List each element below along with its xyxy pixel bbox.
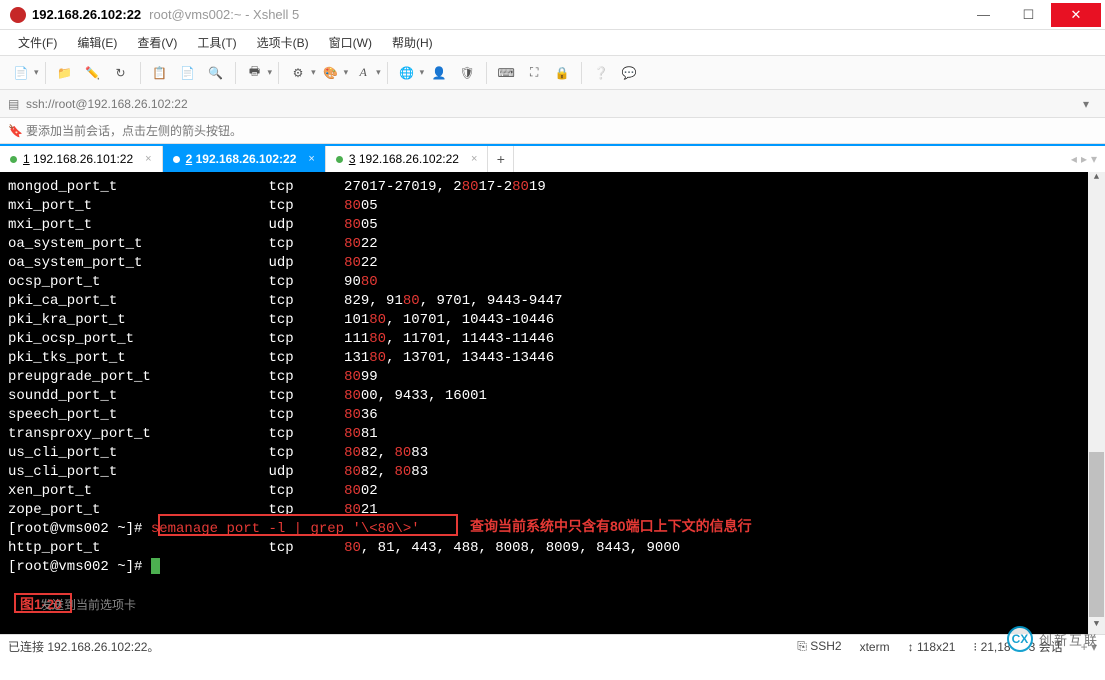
footnote-text: 发送到当前选项卡 xyxy=(40,596,136,613)
info-text: 要添加当前会话，点击左侧的箭头按钮。 xyxy=(26,122,242,139)
tab-next-icon[interactable]: ▸ xyxy=(1081,152,1087,166)
info-bar: 🔖 要添加当前会话，点击左侧的箭头按钮。 xyxy=(0,118,1105,144)
terminal-line: soundd_port_t tcp 8000, 9433, 16001 xyxy=(8,387,1097,406)
toolbar: 📄▾ 📁 ✏️ ↻ 📋 📄 🔍 🖶▾ ⚙▾ 🎨▾ A▾ 🌐▾ 👤 🛡 ⌨ ⛶ 🔒… xyxy=(0,56,1105,90)
terminal-line: speech_port_t tcp 8036 xyxy=(8,406,1097,425)
maximize-button[interactable]: ☐ xyxy=(1006,3,1051,27)
terminal-line: xen_port_t tcp 8002 xyxy=(8,482,1097,501)
menu-view[interactable]: 查看(V) xyxy=(129,31,185,54)
menu-edit[interactable]: 编辑(E) xyxy=(69,31,125,54)
print-icon[interactable]: 🖶 xyxy=(242,60,268,86)
terminal-line: pki_tks_port_t tcp 13180, 13701, 13443-1… xyxy=(8,349,1097,368)
address-bar: ▤ ssh://root@192.168.26.102:22 ▾ xyxy=(0,90,1105,118)
keyboard-icon[interactable]: ⌨ xyxy=(493,60,519,86)
menu-window[interactable]: 窗口(W) xyxy=(321,31,380,54)
lock-icon[interactable]: 🔒 xyxy=(549,60,575,86)
minimize-button[interactable]: — xyxy=(961,3,1006,27)
terminal-scrollbar[interactable]: ▲ ▼ xyxy=(1088,172,1105,634)
close-button[interactable]: ✕ xyxy=(1051,3,1101,27)
paste-icon[interactable]: 📄 xyxy=(175,60,201,86)
terminal[interactable]: mongod_port_t tcp 27017-27019, 28017-280… xyxy=(0,172,1105,634)
terminal-line: us_cli_port_t tcp 8082, 8083 xyxy=(8,444,1097,463)
terminal-line: oa_system_port_t tcp 8022 xyxy=(8,235,1097,254)
status-pos: ⁝ 21,18 xyxy=(973,640,1010,654)
session-tab-2[interactable]: 2 192.168.26.102:22 × xyxy=(163,146,326,172)
copy-icon[interactable]: 📋 xyxy=(147,60,173,86)
address-url[interactable]: ssh://root@192.168.26.102:22 xyxy=(26,97,1075,111)
annotation-label: 查询当前系统中只含有80端口上下文的信息行 xyxy=(470,516,752,536)
tab-prev-icon[interactable]: ◂ xyxy=(1071,152,1077,166)
terminal-line: ocsp_port_t tcp 9080 xyxy=(8,273,1097,292)
highlight-box xyxy=(158,514,458,536)
chat-icon[interactable]: 💬 xyxy=(616,60,642,86)
terminal-cursor xyxy=(151,558,160,574)
status-bar: 已连接 192.168.26.102:22。 ⎘ SSH2 xterm ↕ 11… xyxy=(0,634,1105,658)
window-title-sub: root@vms002:~ - Xshell 5 xyxy=(149,7,299,22)
window-title-main: 192.168.26.102:22 xyxy=(32,7,141,22)
add-tab-button[interactable]: + xyxy=(488,146,514,172)
fullscreen-icon[interactable]: ⛶ xyxy=(521,60,547,86)
color-icon[interactable]: 🎨 xyxy=(318,60,344,86)
search-icon[interactable]: 🔍 xyxy=(203,60,229,86)
session-tab-3[interactable]: 3 192.168.26.102:22 × xyxy=(326,146,489,172)
tab-list-icon[interactable]: ▾ xyxy=(1091,152,1097,166)
new-session-icon[interactable]: 📄 xyxy=(8,60,34,86)
session-tabs: 1 192.168.26.101:22 × 2 192.168.26.102:2… xyxy=(0,144,1105,172)
terminal-line: pki_ocsp_port_t tcp 11180, 11701, 11443-… xyxy=(8,330,1097,349)
scrollbar-thumb[interactable] xyxy=(1089,452,1104,617)
menu-tabs[interactable]: 选项卡(B) xyxy=(249,31,317,54)
terminal-line: us_cli_port_t udp 8082, 8083 xyxy=(8,463,1097,482)
menubar: 文件(F) 编辑(E) 查看(V) 工具(T) 选项卡(B) 窗口(W) 帮助(… xyxy=(0,30,1105,56)
status-ssh: ⎘ SSH2 xyxy=(797,639,841,654)
app-icon xyxy=(10,7,26,23)
shield-icon[interactable]: 🛡 xyxy=(454,60,480,86)
titlebar: 192.168.26.102:22 root@vms002:~ - Xshell… xyxy=(0,0,1105,30)
status-dot-icon xyxy=(173,156,180,163)
terminal-line: transproxy_port_t tcp 8081 xyxy=(8,425,1097,444)
terminal-line: pki_ca_port_t tcp 829, 9180, 9701, 9443-… xyxy=(8,292,1097,311)
address-dropdown-icon[interactable]: ▾ xyxy=(1075,97,1097,111)
status-term: xterm xyxy=(860,640,890,654)
tab-nav: ◂ ▸ ▾ xyxy=(1063,146,1105,172)
disconnect-icon[interactable]: ↻ xyxy=(108,60,134,86)
tab-close-icon[interactable]: × xyxy=(308,153,314,165)
font-icon[interactable]: A xyxy=(350,60,376,86)
terminal-line: preupgrade_port_t tcp 8099 xyxy=(8,368,1097,387)
users-icon[interactable]: 👤 xyxy=(426,60,452,86)
terminal-line: pki_kra_port_t tcp 10180, 10701, 10443-1… xyxy=(8,311,1097,330)
sessions-icon[interactable]: 📁 xyxy=(52,60,78,86)
menu-tools[interactable]: 工具(T) xyxy=(189,31,244,54)
terminal-line: oa_system_port_t udp 8022 xyxy=(8,254,1097,273)
status-dot-icon xyxy=(10,156,17,163)
terminal-line: mongod_port_t tcp 27017-27019, 28017-280… xyxy=(8,178,1097,197)
terminal-line: [root@vms002 ~]# xyxy=(8,558,1097,577)
status-connected: 已连接 192.168.26.102:22。 xyxy=(8,638,779,655)
watermark-text: 创新互联 xyxy=(1039,630,1099,649)
terminal-line: mxi_port_t tcp 8005 xyxy=(8,197,1097,216)
tab-close-icon[interactable]: × xyxy=(471,153,477,165)
edit-icon[interactable]: ✏️ xyxy=(80,60,106,86)
watermark: CX 创新互联 xyxy=(1007,626,1099,652)
menu-help[interactable]: 帮助(H) xyxy=(384,31,441,54)
properties-icon[interactable]: ⚙ xyxy=(285,60,311,86)
menu-file[interactable]: 文件(F) xyxy=(10,31,65,54)
tab-close-icon[interactable]: × xyxy=(145,153,151,165)
address-icon: ▤ xyxy=(8,97,26,111)
terminal-line: http_port_t tcp 80, 81, 443, 488, 8008, … xyxy=(8,539,1097,558)
watermark-logo-icon: CX xyxy=(1007,626,1033,652)
session-tab-1[interactable]: 1 192.168.26.101:22 × xyxy=(0,146,163,172)
status-dot-icon xyxy=(336,156,343,163)
status-size: ↕ 118x21 xyxy=(908,640,956,654)
terminal-line: mxi_port_t udp 8005 xyxy=(8,216,1097,235)
globe-icon[interactable]: 🌐 xyxy=(394,60,420,86)
bookmark-icon[interactable]: 🔖 xyxy=(8,124,26,138)
help-icon[interactable]: ❔ xyxy=(588,60,614,86)
